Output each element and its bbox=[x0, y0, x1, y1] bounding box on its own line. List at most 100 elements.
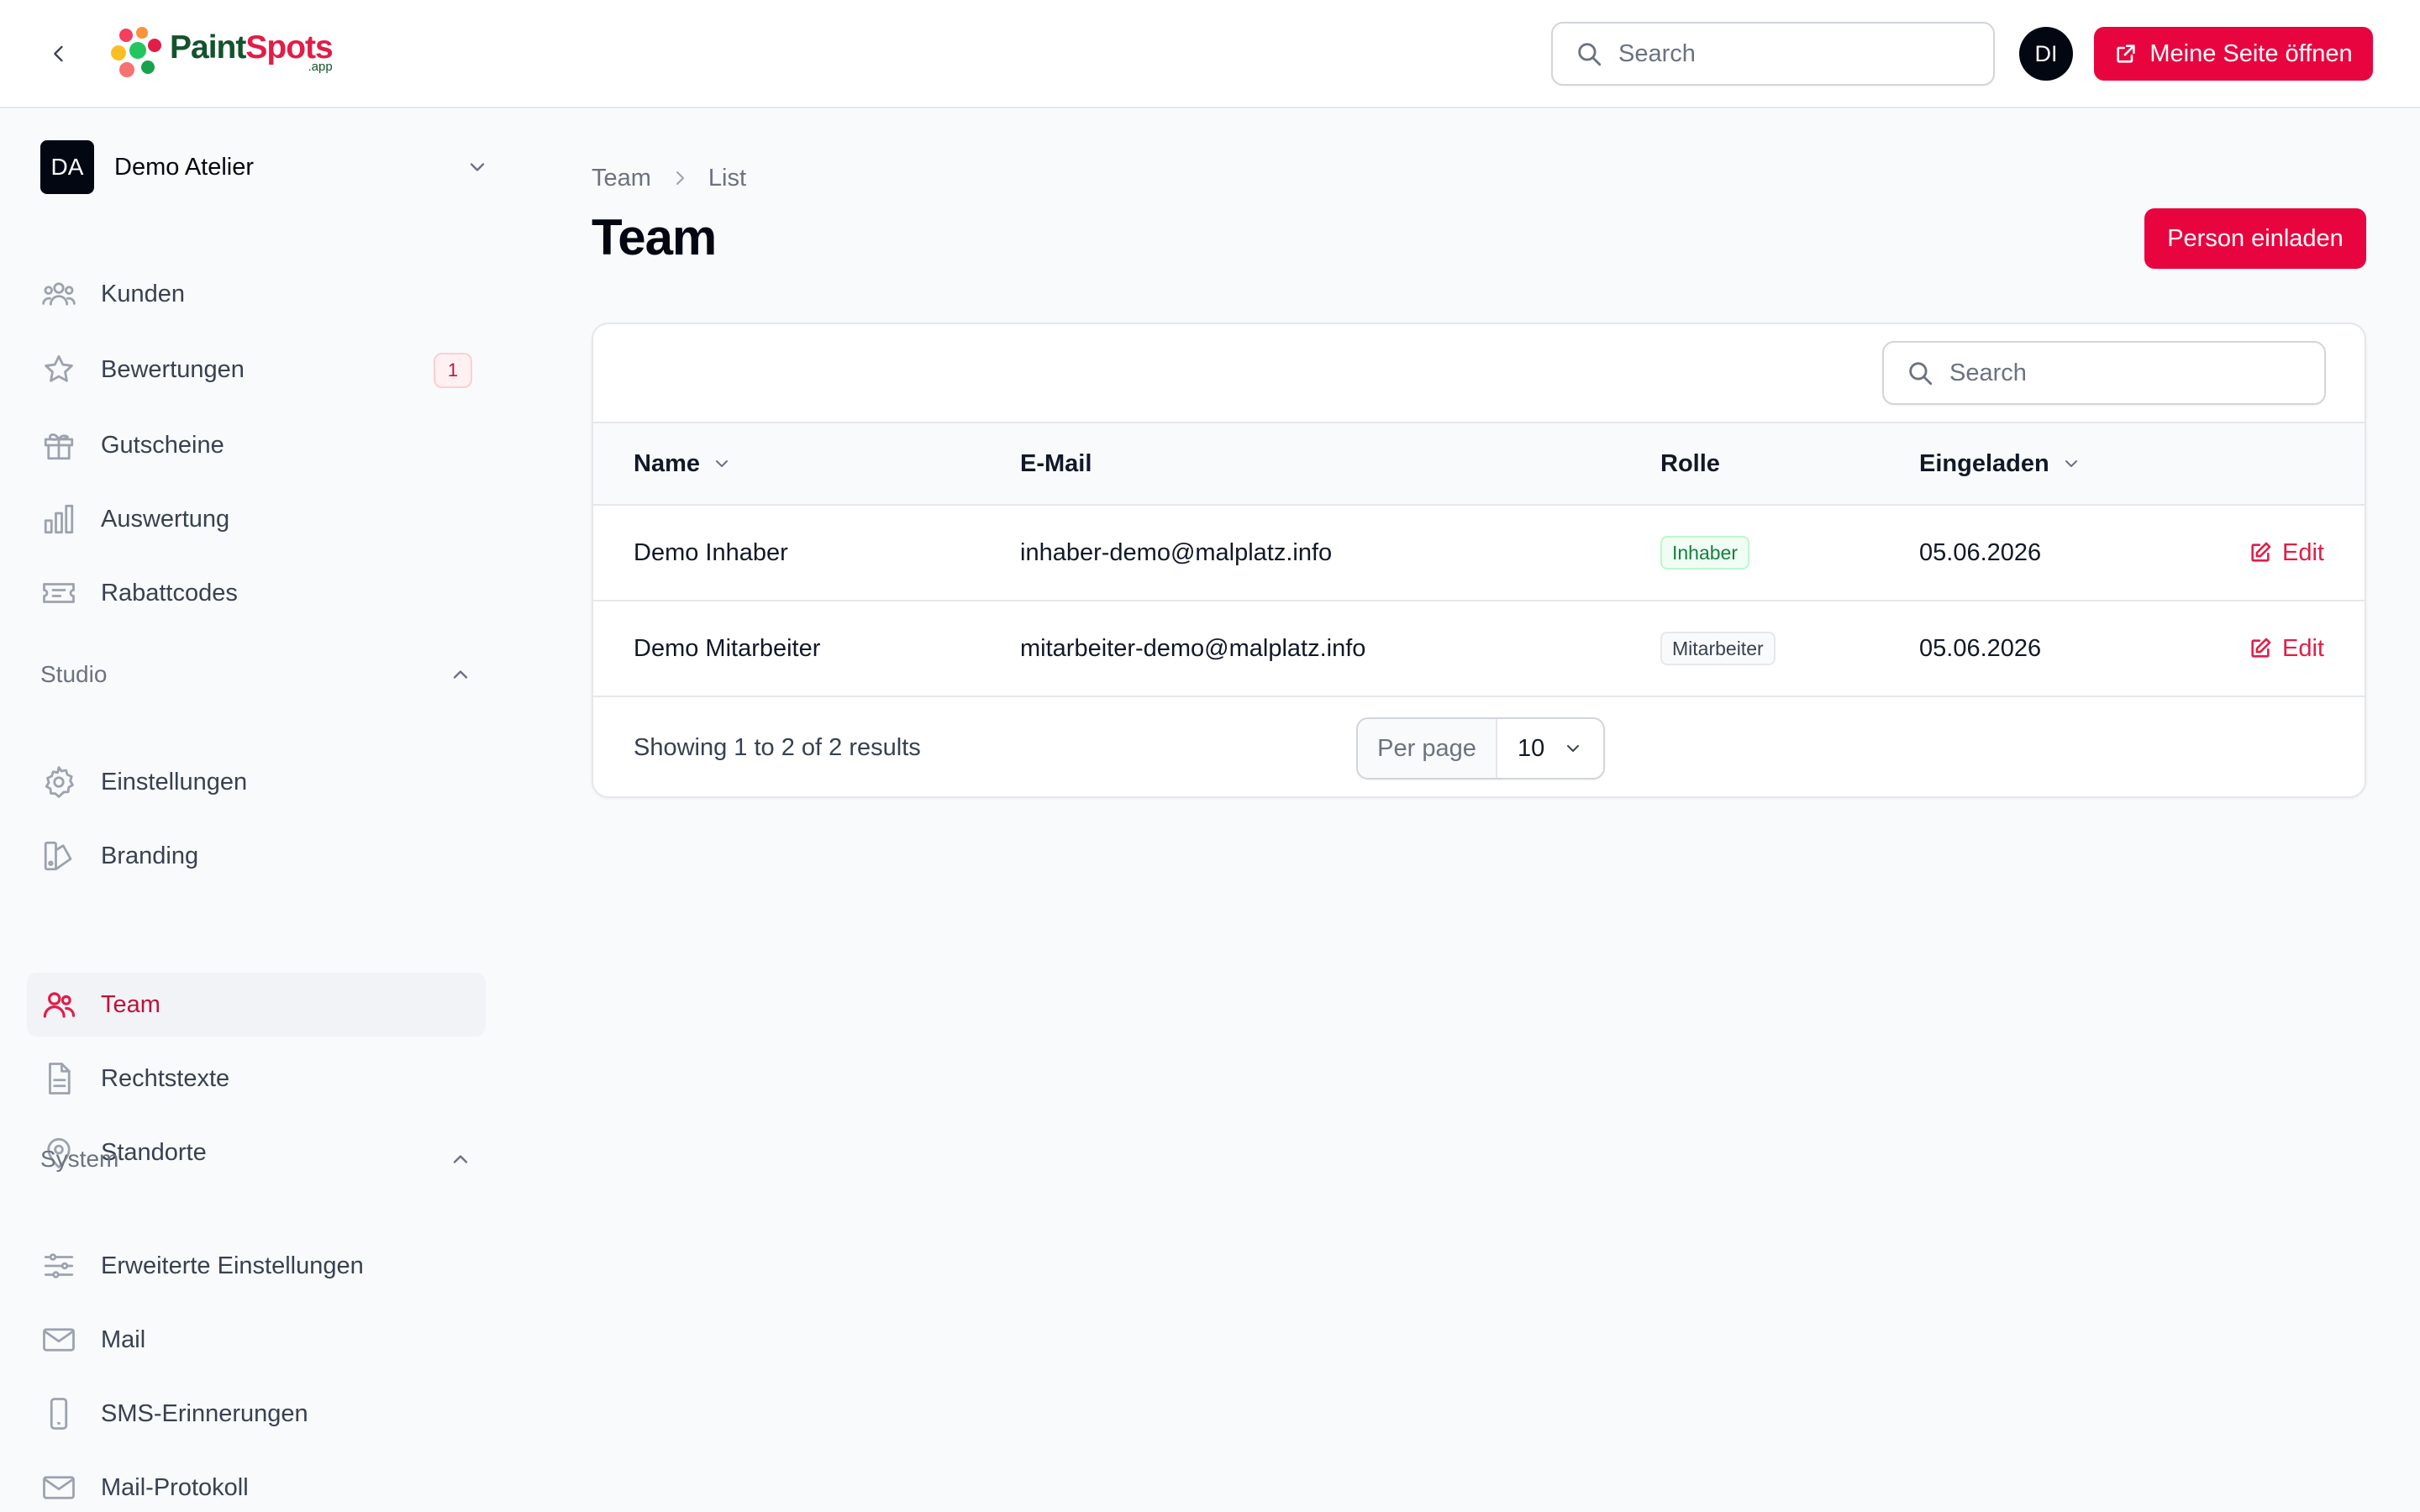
per-page-select[interactable]: Per page 10 bbox=[1356, 717, 1605, 780]
sidebar-item-auswertung[interactable]: Auswertung bbox=[27, 487, 486, 551]
chart-bar-icon bbox=[40, 501, 77, 538]
sidebar-item-bewertungen[interactable]: Bewertungen 1 bbox=[27, 338, 486, 402]
group-label: System bbox=[40, 1146, 119, 1172]
sliders-icon bbox=[40, 1247, 77, 1284]
breadcrumb-current: List bbox=[708, 164, 747, 192]
search-icon bbox=[1906, 359, 1934, 387]
open-site-label: Meine Seite öffnen bbox=[2149, 39, 2353, 67]
notification-badge: 1 bbox=[434, 353, 472, 388]
sort-chevron-down-icon bbox=[712, 454, 732, 474]
role-badge: Mitarbeiter bbox=[1660, 632, 1776, 665]
cell-name: Demo Inhaber bbox=[634, 538, 788, 566]
logo-word-part-1: Paint bbox=[170, 29, 246, 66]
breadcrumb-link-team[interactable]: Team bbox=[592, 165, 651, 192]
users-icon bbox=[40, 276, 77, 312]
table-row[interactable]: Demo Mitarbeiter mitarbeiter-demo@malpla… bbox=[593, 601, 2365, 697]
cell-role: Inhaber bbox=[1660, 506, 1750, 600]
table-toolbar bbox=[593, 324, 2365, 423]
document-icon bbox=[40, 1060, 77, 1097]
sidebar-item-einstellungen[interactable]: Einstellungen bbox=[27, 750, 486, 814]
sidebar-item-branding[interactable]: Branding bbox=[27, 824, 486, 888]
invite-person-button[interactable]: Person einladen bbox=[2144, 208, 2366, 269]
users-icon bbox=[40, 986, 77, 1023]
sidebar-item-mail[interactable]: Mail bbox=[27, 1308, 486, 1372]
sidebar-item-label: Kunden bbox=[101, 280, 185, 307]
table-row[interactable]: Demo Inhaber inhaber-demo@malplatz.info … bbox=[593, 506, 2365, 601]
team-table-card: Name E-Mail Rolle Eingeladen Demo Inhabe… bbox=[592, 323, 2366, 798]
sort-chevron-down-icon bbox=[2061, 454, 2081, 474]
gear-icon bbox=[40, 764, 77, 801]
logo-sub: .app bbox=[308, 60, 333, 74]
search-icon bbox=[1575, 39, 1603, 68]
chevron-up-icon bbox=[449, 663, 472, 686]
cell-invited: 05.06.2026 bbox=[1919, 634, 2042, 662]
edit-button[interactable]: Edit bbox=[2249, 601, 2324, 696]
table-search-input[interactable] bbox=[1949, 359, 2286, 387]
column-header-invited[interactable]: Eingeladen bbox=[1919, 423, 2081, 504]
edit-button[interactable]: Edit bbox=[2249, 506, 2324, 600]
sidebar-item-label: Branding bbox=[101, 842, 199, 869]
sidebar-item-label: Mail bbox=[101, 1326, 146, 1353]
sidebar-item-rechtstexte[interactable]: Rechtstexte bbox=[27, 1047, 486, 1110]
column-header-name[interactable]: Name bbox=[634, 423, 732, 504]
sidebar-item-kunden[interactable]: Kunden bbox=[27, 262, 486, 326]
sidebar-item-label: Team bbox=[101, 990, 160, 1018]
tenant-name: Demo Atelier bbox=[114, 153, 255, 181]
global-search[interactable] bbox=[1551, 22, 1995, 86]
sidebar: DA Demo Atelier Kunden Bewertungen 1 Gut… bbox=[0, 108, 521, 1512]
ticket-icon bbox=[40, 575, 77, 612]
back-button[interactable] bbox=[40, 35, 77, 72]
group-label: Studio bbox=[40, 661, 108, 687]
chevron-left-icon bbox=[47, 42, 71, 66]
group-header-system[interactable]: System bbox=[40, 1141, 472, 1178]
table-footer: Showing 1 to 2 of 2 results Per page 10 bbox=[593, 697, 2365, 796]
envelope-icon bbox=[40, 1469, 77, 1506]
sidebar-item-erweiterte-einstellungen[interactable]: Erweiterte Einstellungen bbox=[27, 1234, 486, 1298]
cell-name: Demo Mitarbeiter bbox=[634, 634, 821, 662]
page-title: Team bbox=[592, 209, 717, 265]
chevron-up-icon bbox=[449, 1147, 472, 1171]
cell-invited: 05.06.2026 bbox=[1919, 538, 2042, 566]
edit-label: Edit bbox=[2282, 634, 2324, 662]
breadcrumb: Team List bbox=[592, 161, 746, 195]
cell-email: mitarbeiter-demo@malplatz.info bbox=[1020, 634, 1366, 662]
cell-role: Mitarbeiter bbox=[1660, 601, 1776, 696]
column-header-email: E-Mail bbox=[1020, 423, 1092, 504]
paintspots-logo[interactable]: PaintSpots .app bbox=[108, 25, 334, 79]
logo-mark bbox=[108, 25, 166, 79]
gift-icon bbox=[40, 427, 77, 464]
user-avatar[interactable]: DI bbox=[2019, 27, 2073, 81]
table-search[interactable] bbox=[1882, 341, 2326, 405]
column-label: E-Mail bbox=[1020, 449, 1092, 477]
sidebar-item-gutscheine[interactable]: Gutscheine bbox=[27, 413, 486, 477]
global-search-input[interactable] bbox=[1618, 39, 1954, 68]
column-label: Rolle bbox=[1660, 449, 1720, 477]
external-link-icon bbox=[2114, 42, 2138, 66]
sidebar-item-label: SMS-Erinnerungen bbox=[101, 1399, 308, 1427]
top-bar: PaintSpots .app DI Meine Seite öffnen bbox=[0, 0, 2420, 108]
sidebar-item-mail-protokoll[interactable]: Mail-Protokoll bbox=[27, 1456, 486, 1512]
swatch-icon bbox=[40, 837, 77, 874]
pagination-summary: Showing 1 to 2 of 2 results bbox=[634, 733, 921, 761]
role-badge: Inhaber bbox=[1660, 536, 1750, 570]
open-site-button[interactable]: Meine Seite öffnen bbox=[2094, 27, 2373, 81]
sidebar-item-sms-erinnerungen[interactable]: SMS-Erinnerungen bbox=[27, 1382, 486, 1446]
sidebar-item-team[interactable]: Team bbox=[27, 973, 486, 1037]
edit-icon bbox=[2249, 637, 2272, 660]
sidebar-item-label: Bewertungen bbox=[101, 355, 245, 383]
group-header-studio[interactable]: Studio bbox=[40, 656, 472, 693]
chevron-down-icon bbox=[466, 155, 489, 179]
envelope-icon bbox=[40, 1321, 77, 1358]
per-page-label: Per page bbox=[1358, 719, 1497, 778]
chevron-right-icon bbox=[670, 168, 690, 188]
table-header: Name E-Mail Rolle Eingeladen bbox=[593, 423, 2365, 506]
phone-icon bbox=[40, 1395, 77, 1432]
edit-icon bbox=[2249, 541, 2272, 564]
sidebar-item-label: Rabattcodes bbox=[101, 579, 238, 606]
edit-label: Edit bbox=[2282, 538, 2324, 566]
tenant-switcher[interactable]: DA Demo Atelier bbox=[40, 140, 497, 194]
cell-email: inhaber-demo@malplatz.info bbox=[1020, 538, 1333, 566]
column-header-role: Rolle bbox=[1660, 423, 1720, 504]
sidebar-item-rabattcodes[interactable]: Rabattcodes bbox=[27, 561, 486, 625]
per-page-value: 10 bbox=[1518, 734, 1545, 762]
